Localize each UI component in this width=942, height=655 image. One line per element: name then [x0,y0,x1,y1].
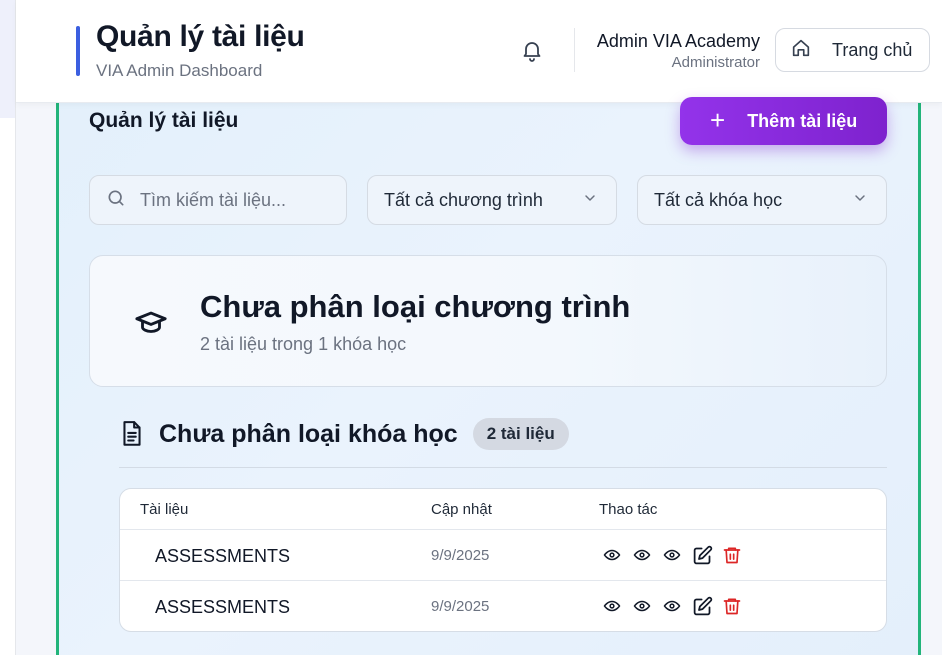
table-header: Tài liệu Cập nhật Thao tác [120,489,886,530]
search-input[interactable]: Tìm kiếm tài liệu... [89,175,347,225]
document-name: ASSESSMENTS [155,546,291,566]
document-icon [119,420,145,448]
column-header-updated: Cập nhật [431,501,492,518]
document-name: ASSESSMENTS [155,597,291,617]
add-document-button[interactable]: + Thêm tài liệu [680,97,887,145]
user-name: Admin VIA Academy [596,31,760,51]
bell-icon[interactable] [520,38,544,62]
top-header: Quản lý tài liệu VIA Admin Dashboard Adm… [16,0,942,103]
user-role: Administrator [671,54,760,71]
course-group-header: Chưa phân loại khóa học 2 tài liệu [119,418,569,450]
add-document-label: Thêm tài liệu [747,110,858,131]
program-meta: 2 tài liệu trong 1 khóa học [200,334,407,354]
course-filter-value: Tất cả khóa học [654,189,783,210]
chevron-down-icon [582,190,598,211]
eye-icon[interactable] [601,594,623,618]
document-updated: 9/9/2025 [431,547,490,564]
home-button[interactable]: Trang chủ [775,28,930,72]
title-accent-bar [76,26,80,76]
section-title: Quản lý tài liệu [89,109,239,132]
table-row: ASSESSMENTS 9/9/2025 [120,581,886,631]
program-group-card[interactable]: Chưa phân loại chương trình 2 tài liệu t… [89,255,887,387]
eye-icon[interactable] [631,543,653,567]
trash-icon[interactable] [721,594,743,618]
table-row: ASSESSMENTS 9/9/2025 [120,530,886,581]
program-title: Chưa phân loại chương trình [200,289,631,324]
row-actions [601,543,743,567]
edit-icon[interactable] [691,594,713,618]
graduation-cap-icon [134,306,168,340]
course-divider [119,467,887,468]
document-updated: 9/9/2025 [431,598,490,615]
sidebar-edge [0,0,16,655]
eye-icon[interactable] [661,543,683,567]
column-header-document: Tài liệu [140,501,189,518]
header-divider [574,28,575,72]
plus-icon: + [710,105,726,135]
home-button-label: Trang chủ [832,39,913,60]
course-filter-select[interactable]: Tất cả khóa học [637,175,887,225]
search-placeholder: Tìm kiếm tài liệu... [140,189,287,210]
search-icon [106,188,126,213]
program-filter-select[interactable]: Tất cả chương trình [367,175,617,225]
row-actions [601,594,743,618]
chevron-down-icon [852,190,868,211]
documents-table: Tài liệu Cập nhật Thao tác ASSESSMENTS 9… [119,488,887,632]
page-title: Quản lý tài liệu [96,20,305,53]
course-title: Chưa phân loại khóa học [159,419,458,448]
program-filter-value: Tất cả chương trình [384,189,543,210]
document-count-badge: 2 tài liệu [472,418,569,450]
column-header-actions: Thao tác [599,501,658,518]
eye-icon[interactable] [601,543,623,567]
home-icon [790,37,812,64]
eye-icon[interactable] [661,594,683,618]
page-subtitle: VIA Admin Dashboard [96,61,263,80]
edit-icon[interactable] [691,543,713,567]
eye-icon[interactable] [631,594,653,618]
sidebar-active-tint [0,0,15,118]
trash-icon[interactable] [721,543,743,567]
